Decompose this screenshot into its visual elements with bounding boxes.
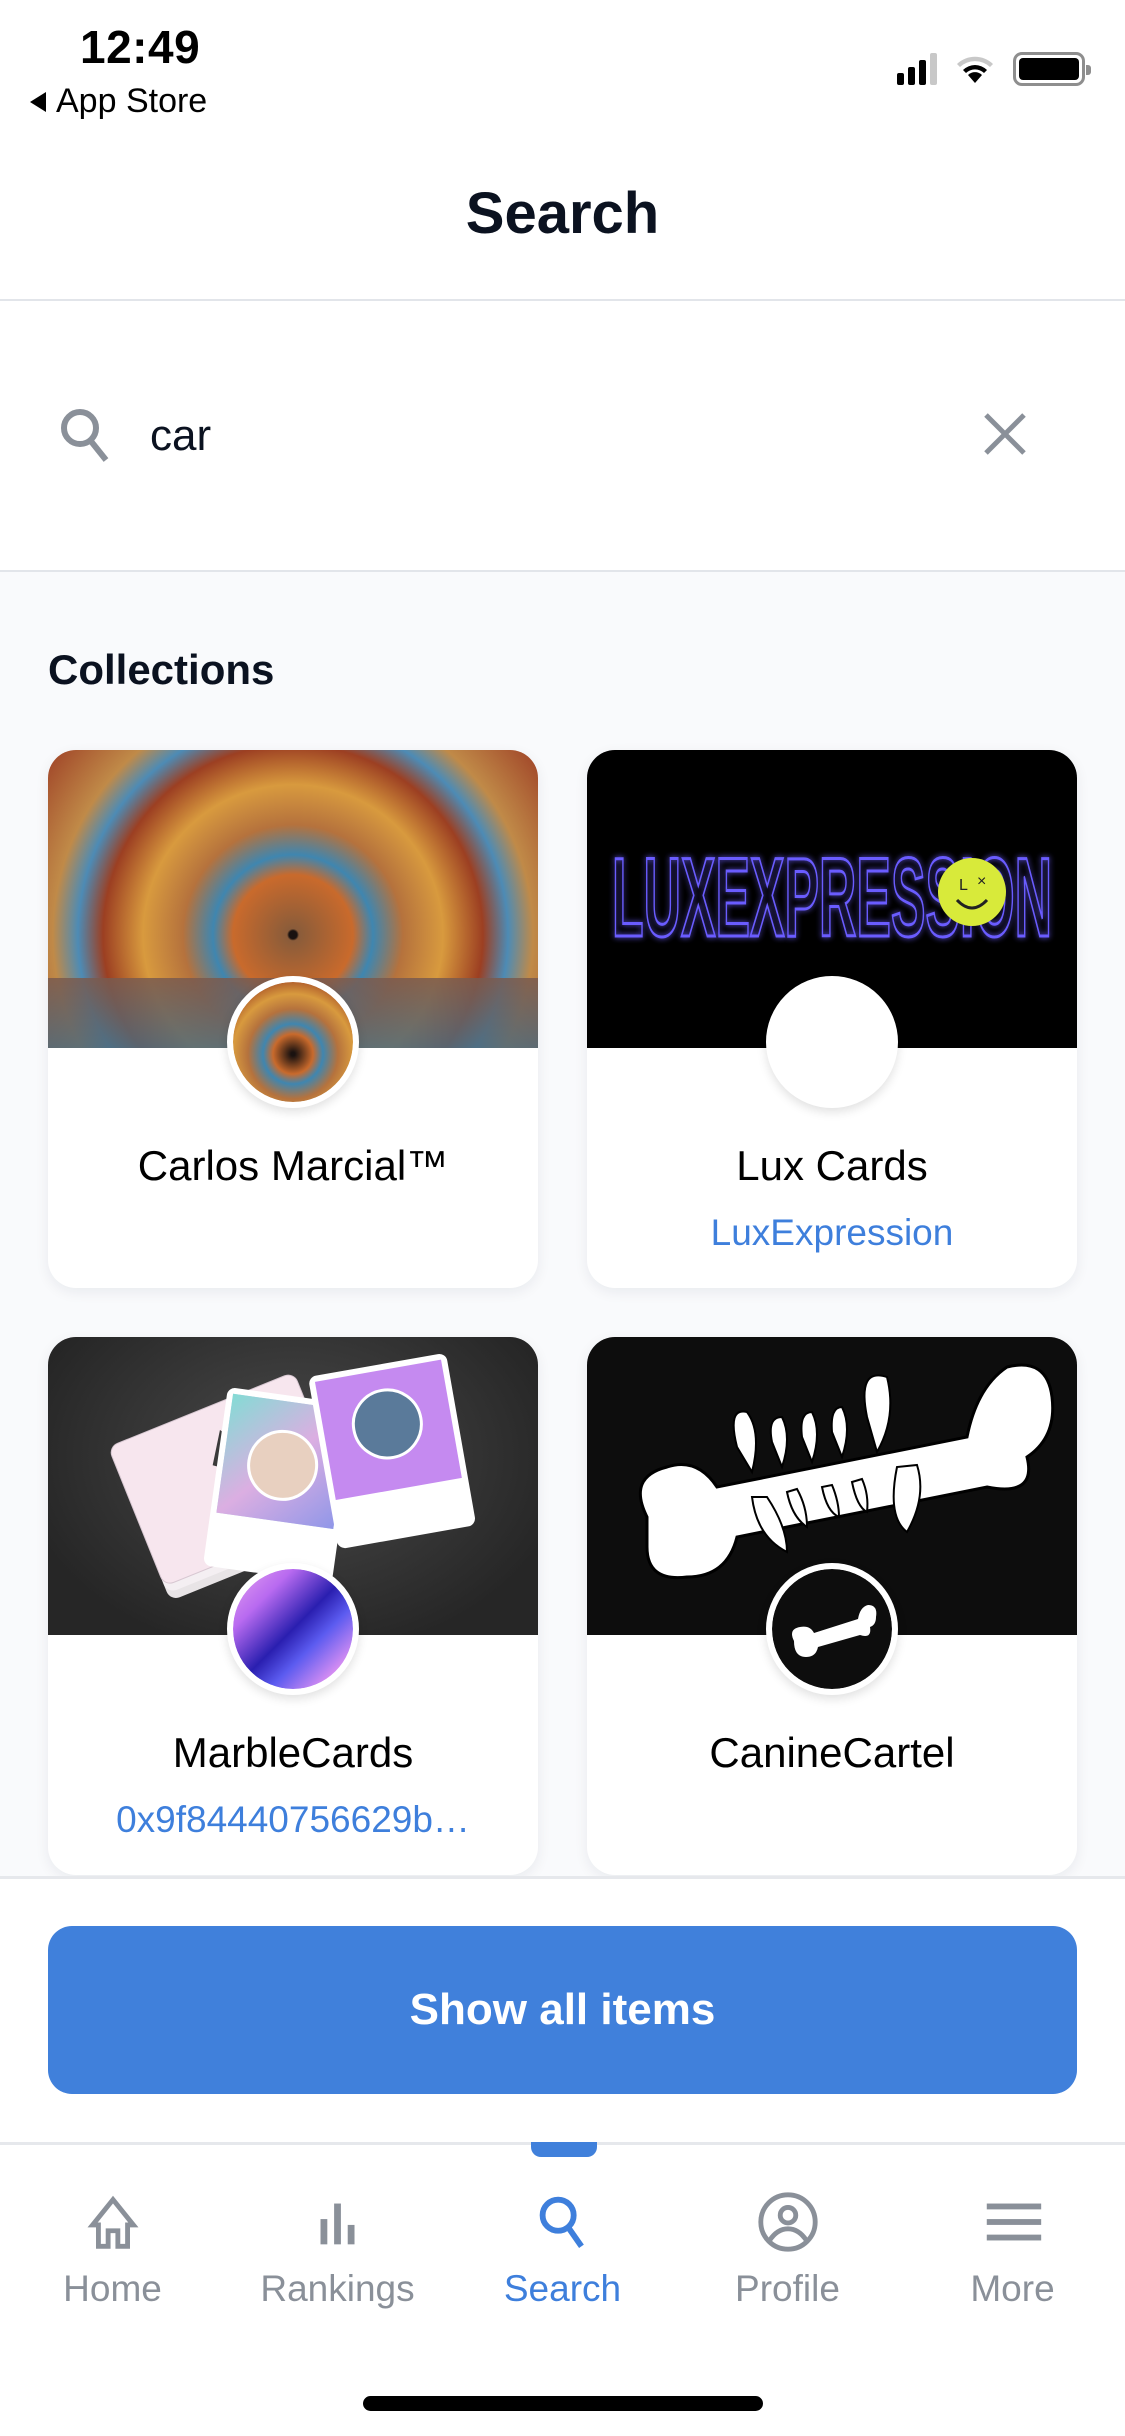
show-all-items-button[interactable]: Show all items <box>48 1926 1077 2094</box>
tab-label: More <box>970 2268 1055 2309</box>
tab-more[interactable]: More <box>900 2160 1125 2310</box>
tab-label: Profile <box>735 2268 840 2309</box>
collection-contract-link[interactable]: 0x9f84440756629b… <box>68 1799 518 1841</box>
system-icons <box>897 52 1091 86</box>
svg-text:L: L <box>959 877 968 894</box>
wifi-icon <box>957 56 993 83</box>
collection-name: MarbleCards <box>172 1729 414 1776</box>
tab-bar: Home Rankings Search Profile More <box>0 2160 1125 2310</box>
back-arrow-icon <box>30 91 46 112</box>
collection-avatar <box>766 976 898 1108</box>
collection-card[interactable]: Carlos Marcial™ <box>48 750 538 1288</box>
active-tab-indicator <box>531 2142 597 2157</box>
collection-name: Carlos Marcial™ <box>137 1142 449 1189</box>
bone-avatar-icon <box>792 1605 877 1657</box>
svg-text:×: × <box>977 873 986 890</box>
collection-creator-link[interactable]: LuxExpression <box>607 1212 1057 1254</box>
collection-avatar <box>227 976 359 1108</box>
tab-label: Search <box>503 2268 622 2309</box>
collection-card[interactable]: MarbleCards 0x9f84440756629b… <box>48 1337 538 1875</box>
collection-avatar <box>227 1563 359 1695</box>
back-app-label: App Store <box>56 82 208 120</box>
page-title: Search <box>465 181 660 246</box>
signal-icon <box>897 53 937 85</box>
menu-icon <box>986 2203 1041 2241</box>
tab-profile[interactable]: Profile <box>675 2160 900 2310</box>
home-icon <box>87 2195 138 2249</box>
tab-label: Rankings <box>260 2268 415 2309</box>
tab-home[interactable]: Home <box>0 2160 225 2310</box>
tab-label: Home <box>63 2268 162 2309</box>
tab-rankings[interactable]: Rankings <box>225 2160 450 2310</box>
search-icon <box>539 2196 584 2248</box>
section-title-collections: Collections <box>48 646 275 693</box>
search-results: Collections Carlos Marcial™ LUXEXPRESSIO… <box>0 572 1125 1878</box>
tab-search[interactable]: Search <box>450 2160 675 2310</box>
status-time: 12:49 <box>80 21 201 73</box>
status-bar: 12:49 App Store <box>0 0 1125 140</box>
collection-avatar <box>766 1563 898 1695</box>
close-icon[interactable] <box>980 409 1030 459</box>
action-divider <box>0 1876 1125 1879</box>
bar-chart-icon <box>320 2203 355 2245</box>
collection-name: Lux Cards <box>736 1142 928 1189</box>
collection-card[interactable]: LUXEXPRESSION L × Lux Cards LuxExpressio… <box>587 750 1077 1288</box>
search-bar <box>0 301 1125 571</box>
battery-icon <box>1013 52 1091 86</box>
search-input[interactable] <box>150 401 930 471</box>
collection-card[interactable]: CanineCartel <box>587 1337 1077 1875</box>
lux-banner-text: LUXEXPRESSION L × <box>611 838 1054 948</box>
collection-name: CanineCartel <box>709 1729 955 1776</box>
back-to-app-store-link[interactable]: App Store <box>30 82 207 121</box>
home-indicator[interactable] <box>363 2396 763 2411</box>
user-circle-icon <box>757 2192 818 2252</box>
search-icon <box>61 409 109 462</box>
